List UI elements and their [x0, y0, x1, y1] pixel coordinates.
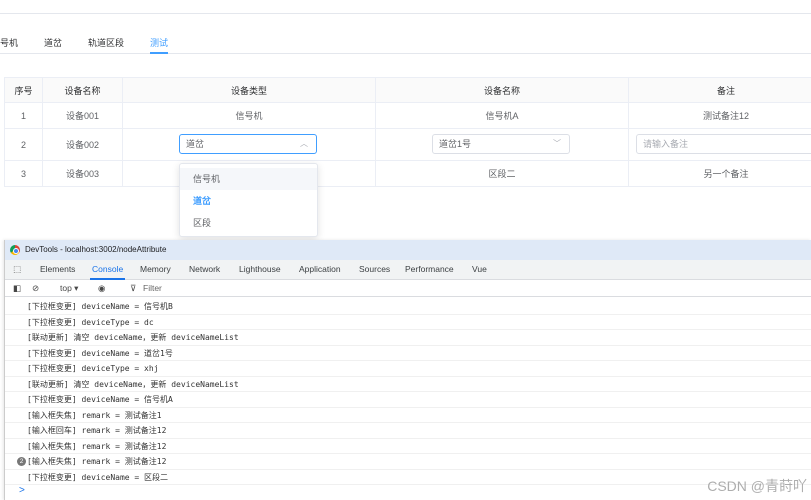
log-text: [输入框失焦] remark = 测试备注12 [27, 457, 167, 466]
col-index: 序号 [4, 77, 43, 103]
tab-signal[interactable]: 号机 [0, 36, 18, 49]
table-header: 序号 设备名称 设备类型 设备名称 备注 [4, 77, 811, 103]
option-switch[interactable]: 道岔 [180, 190, 317, 212]
log-line: [下拉框变更] deviceType = xhj [5, 361, 811, 377]
tab-lighthouse[interactable]: Lighthouse [239, 264, 281, 274]
tab-memory[interactable]: Memory [140, 264, 171, 274]
col-type: 设备类型 [122, 77, 376, 103]
log-line: [下拉框变更] deviceName = 区段二 [5, 470, 811, 485]
device-name-select[interactable]: 道岔1号 ﹀ [432, 134, 570, 154]
log-line-repeated: 2 [输入框失焦] remark = 测试备注12 [5, 454, 811, 470]
cell-remark: 另一个备注 [628, 160, 811, 187]
tab-network[interactable]: Network [189, 264, 220, 274]
chrome-icon [10, 245, 20, 255]
filter-icon: ⊽ [130, 283, 137, 293]
device-type-dropdown: 信号机 道岔 区段 [179, 163, 318, 237]
devtools-panel: DevTools - localhost:3002/nodeAttribute … [4, 240, 811, 500]
cell-index: 1 [4, 102, 43, 129]
col-remark: 备注 [628, 77, 811, 103]
log-line: [下拉框变更] deviceName = 信号机B [5, 299, 811, 315]
device-table: 序号 设备名称 设备类型 设备名称 备注 1 设备001 信号机 信号机A 测试… [4, 77, 811, 187]
device-name-value: 道岔1号 [439, 139, 472, 149]
tab-test[interactable]: 测试 [150, 36, 169, 54]
tab-console[interactable]: Console [89, 264, 126, 280]
filter-input[interactable]: Filter [143, 283, 162, 293]
tab-bar: 号机 道岔 轨道区段 测试 [0, 30, 811, 54]
option-signal[interactable]: 信号机 [180, 168, 317, 190]
eye-icon[interactable]: ◉ [98, 283, 105, 294]
devtools-titlebar: DevTools - localhost:3002/nodeAttribute [5, 240, 811, 260]
console-prompt[interactable]: > [5, 485, 811, 496]
chevron-up-icon: ︿ [300, 139, 308, 148]
clear-console-icon[interactable]: ⊘ [32, 283, 39, 294]
col-name: 设备名称 [42, 77, 123, 103]
cell-name: 设备002 [42, 128, 123, 161]
remark-input[interactable]: 请输入备注 [636, 134, 811, 154]
table-row: 1 设备001 信号机 信号机A 测试备注12 [4, 102, 811, 129]
log-line: [输入框失焦] remark = 测试备注12 [5, 439, 811, 454]
tab-switch[interactable]: 道岔 [44, 36, 62, 49]
remark-placeholder: 请输入备注 [643, 139, 689, 149]
cell-name: 设备003 [42, 160, 123, 187]
log-line: [下拉框变更] deviceType = dc [5, 315, 811, 330]
sidebar-toggle-icon[interactable]: ◧ [13, 283, 21, 294]
tab-sources[interactable]: Sources [359, 264, 390, 274]
chevron-down-icon: ﹀ [553, 139, 561, 148]
devtools-tabs: ⬚ Elements Console Memory Network Lighth… [5, 260, 811, 280]
cell-index: 3 [4, 160, 43, 187]
log-line: [输入框失焦] remark = 测试备注1 [5, 408, 811, 423]
cell-device-name: 区段二 [375, 160, 629, 187]
watermark: CSDN @青莳吖 [707, 478, 807, 494]
log-line: [输入框回车] remark = 测试备注12 [5, 423, 811, 439]
option-section[interactable]: 区段 [180, 212, 317, 234]
context-select[interactable]: top ▾ [60, 283, 78, 294]
cell-type: 信号机 [122, 102, 376, 129]
cell-device-name: 信号机A [375, 102, 629, 129]
cell-index: 2 [4, 128, 43, 161]
tab-elements[interactable]: Elements [40, 264, 75, 274]
repeat-count-badge: 2 [17, 457, 26, 466]
device-type-select[interactable]: 道岔 ︿ [179, 134, 317, 154]
tab-vue[interactable]: Vue [472, 264, 487, 274]
cell-remark: 测试备注12 [628, 102, 811, 129]
log-line: [下拉框变更] deviceName = 信号机A [5, 392, 811, 408]
console-toolbar: ◧ ⊘ top ▾ ◉ ⊽ Filter [5, 280, 811, 297]
device-type-value: 道岔 [186, 139, 205, 149]
log-line: [下拉框变更] deviceName = 道岔1号 [5, 346, 811, 361]
cell-name: 设备001 [42, 102, 123, 129]
log-line: [联动更新] 清空 deviceName，更新 deviceNameList [5, 330, 811, 346]
tab-application[interactable]: Application [299, 264, 341, 274]
inspect-element-icon[interactable]: ⬚ [13, 264, 21, 275]
devtools-title: DevTools - localhost:3002/nodeAttribute [25, 245, 167, 254]
header-divider [0, 13, 811, 14]
tab-track-section[interactable]: 轨道区段 [88, 36, 124, 49]
console-log: [下拉框变更] deviceName = 信号机B [下拉框变更] device… [5, 297, 811, 496]
table-row: 3 设备003 区段二 另一个备注 [4, 160, 811, 187]
col-device-name: 设备名称 [375, 77, 629, 103]
tab-performance[interactable]: Performance [405, 264, 454, 274]
log-line: [联动更新] 清空 deviceName，更新 deviceNameList [5, 377, 811, 392]
